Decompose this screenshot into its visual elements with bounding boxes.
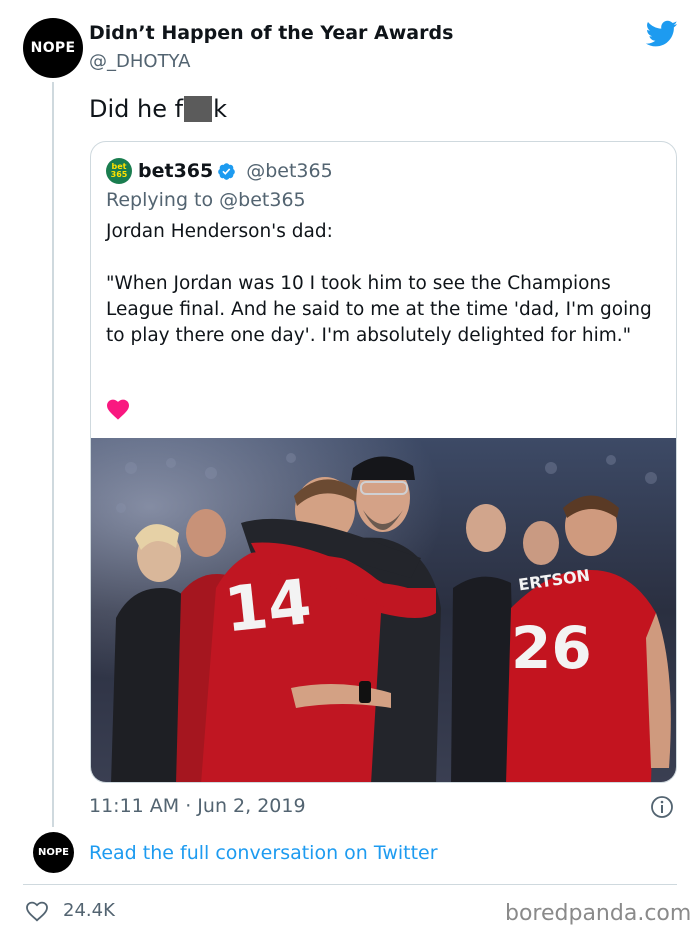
author-avatar-small-text: NOPE: [37, 847, 70, 858]
quoted-tweet-header: bet 365 bet365 @bet365: [106, 157, 333, 185]
thread-line: [52, 82, 54, 827]
like-count: 24.4K: [63, 900, 115, 921]
verified-badge-icon: [218, 162, 236, 180]
replying-prefix: Replying to: [106, 189, 214, 211]
shirt-number-right: 26: [511, 614, 592, 682]
tweet-timestamp[interactable]: 11:11 AM · Jun 2, 2019: [89, 795, 306, 817]
quoted-paragraph: "When Jordan was 10 I took him to see th…: [106, 273, 652, 346]
quoted-tweet-body: Jordan Henderson's dad: "When Jordan was…: [106, 219, 661, 349]
author-name[interactable]: Didn’t Happen of the Year Awards: [89, 22, 453, 44]
author-handle[interactable]: @_DHOTYA: [89, 51, 190, 72]
tweet-text-end: k: [213, 95, 227, 123]
photo-illustration: 26 ERTSON 14: [91, 438, 676, 782]
tweet-text-start: Did he f: [89, 95, 184, 123]
like-outline-icon[interactable]: [25, 900, 49, 922]
shirt-number-left: 14: [221, 565, 314, 647]
info-icon[interactable]: [650, 795, 674, 819]
author-avatar-small[interactable]: NOPE: [33, 832, 74, 873]
quoted-tweet-card[interactable]: bet 365 bet365 @bet365 Replying to @bet3…: [90, 141, 677, 783]
bet365-logo-avatar[interactable]: bet 365: [106, 158, 132, 184]
logo-text-bottom: 365: [110, 170, 128, 179]
tweet-text: Did he f k: [89, 95, 227, 123]
twitter-bird-icon[interactable]: [646, 20, 678, 48]
celebration-photo[interactable]: 26 ERTSON 14: [91, 438, 676, 782]
author-avatar[interactable]: NOPE: [23, 18, 83, 78]
heart-icon: [107, 399, 129, 420]
author-avatar-text: NOPE: [30, 40, 76, 56]
quoted-author-handle[interactable]: @bet365: [246, 160, 332, 182]
divider: [23, 884, 677, 885]
replying-handle-link[interactable]: @bet365: [219, 189, 305, 211]
quoted-author-name[interactable]: bet365: [138, 160, 213, 182]
boredpanda-watermark: boredpanda.com: [505, 901, 692, 926]
read-conversation-link[interactable]: Read the full conversation on Twitter: [89, 842, 438, 864]
redaction-block: [184, 96, 213, 122]
quoted-paragraph: Jordan Henderson's dad:: [106, 221, 333, 242]
replying-to-line: Replying to @bet365: [106, 189, 306, 211]
